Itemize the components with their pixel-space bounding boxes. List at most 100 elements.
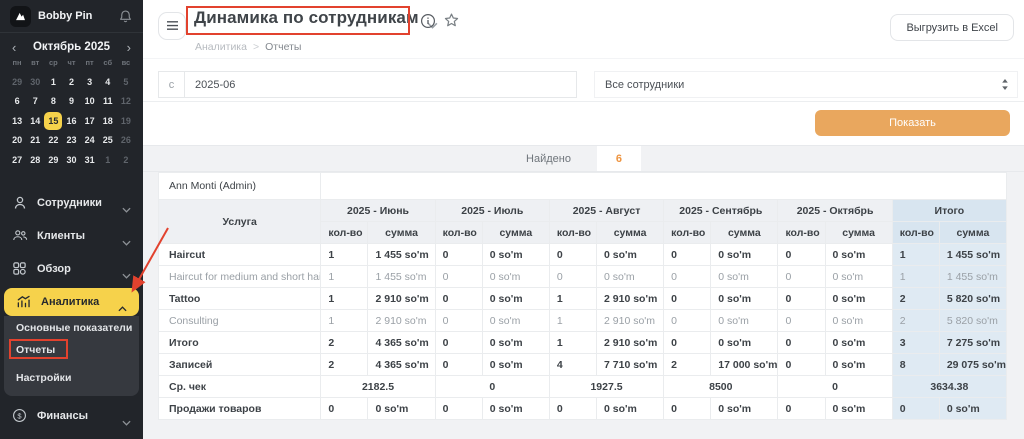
clients-icon — [12, 228, 28, 244]
sum-cell: 0 so'm — [597, 266, 664, 288]
calendar-day[interactable]: 30 — [62, 150, 80, 170]
calendar-day[interactable]: 23 — [62, 131, 80, 151]
col-header-sum: сумма — [368, 222, 435, 244]
submenu-label: Отчеты — [16, 344, 55, 356]
calendar-prev-icon[interactable]: ‹ — [12, 41, 24, 54]
calendar-day[interactable]: 27 — [8, 150, 26, 170]
calendar-day[interactable]: 20 — [8, 131, 26, 151]
bell-icon[interactable] — [118, 9, 133, 24]
calendar-day[interactable]: 9 — [62, 92, 80, 112]
chevron-up-icon — [118, 299, 127, 305]
breadcrumb-parent[interactable]: Аналитика — [195, 41, 247, 53]
calendar-day[interactable]: 1 — [99, 150, 117, 170]
chevron-down-icon — [122, 233, 131, 239]
table-row: Haircut11 455 so'm00 so'm00 so'm00 so'm0… — [159, 244, 1007, 266]
count-cell: 0 — [435, 288, 482, 310]
submenu-item-reports[interactable]: Отчеты — [8, 339, 135, 361]
calendar-day[interactable]: 2 — [117, 150, 135, 170]
sidebar-item-label: Сотрудники — [37, 197, 122, 209]
calendar-day[interactable]: 31 — [81, 150, 99, 170]
calendar-day[interactable]: 25 — [99, 131, 117, 151]
calendar-weekdays: пнвтсрчтптсбвс — [8, 58, 135, 67]
calendar-day[interactable]: 22 — [44, 131, 62, 151]
sum-cell: 0 so'm — [482, 288, 549, 310]
submenu-label: Основные показатели — [16, 322, 132, 334]
calendar-day[interactable]: 28 — [26, 150, 44, 170]
calendar-day[interactable]: 8 — [44, 92, 62, 112]
calendar-day[interactable]: 19 — [117, 111, 135, 131]
sum-cell: 2 910 so'm — [597, 310, 664, 332]
calendar-day[interactable]: 16 — [62, 111, 80, 131]
col-header-sum: сумма — [939, 222, 1006, 244]
calendar-next-icon[interactable]: › — [119, 41, 131, 54]
calendar-day[interactable]: 29 — [44, 150, 62, 170]
sum-cell: 0 so'm — [825, 398, 892, 420]
submenu-item-settings[interactable]: Настройки — [8, 367, 135, 389]
sum-cell: 7 710 so'm — [597, 354, 664, 376]
calendar-day[interactable]: 29 — [8, 72, 26, 92]
calendar-day[interactable]: 1 — [44, 72, 62, 92]
count-cell: 0 — [664, 310, 711, 332]
avg-check-cell: 0 — [435, 376, 549, 398]
calendar-day[interactable]: 14 — [26, 111, 44, 131]
sum-cell: 0 so'm — [482, 310, 549, 332]
dynamics-table: Ann Monti (Admin)Услуга2025 - Июнь2025 -… — [158, 172, 1007, 420]
calendar-day[interactable]: 21 — [26, 131, 44, 151]
count-cell: 0 — [778, 288, 825, 310]
col-header-total: Итого — [892, 200, 1006, 222]
calendar-day[interactable]: 4 — [99, 72, 117, 92]
sidebar-item-employees[interactable]: Сотрудники — [0, 189, 143, 216]
sum-cell: 0 so'm — [711, 332, 778, 354]
table-row: Tattoo12 910 so'm00 so'm12 910 so'm00 so… — [159, 288, 1007, 310]
hamburger-menu-button[interactable] — [158, 12, 186, 40]
calendar-day[interactable]: 6 — [8, 92, 26, 112]
col-header-month: 2025 - Июль — [435, 200, 549, 222]
sum-cell: 2 910 so'm — [368, 310, 435, 332]
calendar-day[interactable]: 12 — [117, 92, 135, 112]
count-cell: 0 — [435, 398, 482, 420]
weekday-label: вт — [26, 58, 44, 67]
count-cell: 1 — [321, 288, 368, 310]
sidebar-item-overview[interactable]: Обзор — [0, 255, 143, 282]
count-cell: 3 — [892, 332, 939, 354]
count-cell: 8 — [892, 354, 939, 376]
calendar-day[interactable]: 10 — [81, 92, 99, 112]
sidebar-item-finance[interactable]: $ Финансы — [0, 402, 143, 429]
calendar-day[interactable]: 30 — [26, 72, 44, 92]
employee-select[interactable]: Все сотрудники — [594, 71, 1018, 98]
sidebar-item-analytics[interactable]: Аналитика — [4, 288, 139, 316]
sum-cell: 0 so'm — [825, 354, 892, 376]
calendar-day-selected[interactable]: 15 — [44, 112, 62, 130]
breadcrumb-separator: > — [253, 41, 259, 53]
col-header-month: 2025 - Июнь — [321, 200, 435, 222]
col-header-service: Услуга — [159, 200, 321, 244]
table-row: Продажи товаров00 so'm00 so'm00 so'm00 s… — [159, 398, 1007, 420]
found-count-badge: 6 — [597, 146, 641, 171]
calendar-day[interactable]: 3 — [81, 72, 99, 92]
date-from-input[interactable] — [185, 72, 576, 97]
calendar-day[interactable]: 7 — [26, 92, 44, 112]
calendar-day[interactable]: 26 — [117, 131, 135, 151]
calendar-day[interactable]: 5 — [117, 72, 135, 92]
calendar-day[interactable]: 13 — [8, 111, 26, 131]
date-from-field[interactable]: с — [158, 71, 577, 98]
sidebar-item-clients[interactable]: Клиенты — [0, 222, 143, 249]
col-header-count: кол-во — [549, 222, 596, 244]
calendar-day[interactable]: 24 — [81, 131, 99, 151]
finance-dollar-icon: $ — [12, 408, 28, 424]
show-button[interactable]: Показать — [815, 110, 1010, 136]
count-cell: 0 — [778, 332, 825, 354]
info-icon[interactable] — [420, 13, 436, 29]
breadcrumb-current[interactable]: Отчеты — [265, 41, 301, 53]
star-favorite-icon[interactable] — [443, 12, 459, 28]
calendar-day[interactable]: 11 — [99, 92, 117, 112]
submenu-item-key-indicators[interactable]: Основные показатели — [8, 317, 135, 339]
export-excel-button[interactable]: Выгрузить в Excel — [890, 14, 1014, 41]
count-cell: 0 — [435, 354, 482, 376]
sum-cell: 0 so'm — [939, 398, 1006, 420]
calendar-day[interactable]: 2 — [62, 72, 80, 92]
calendar-day[interactable]: 18 — [99, 111, 117, 131]
report-title-dropdown[interactable]: Динамика по сотрудникам — [194, 8, 438, 28]
calendar-day[interactable]: 17 — [81, 111, 99, 131]
service-name-cell: Consulting — [159, 310, 321, 332]
